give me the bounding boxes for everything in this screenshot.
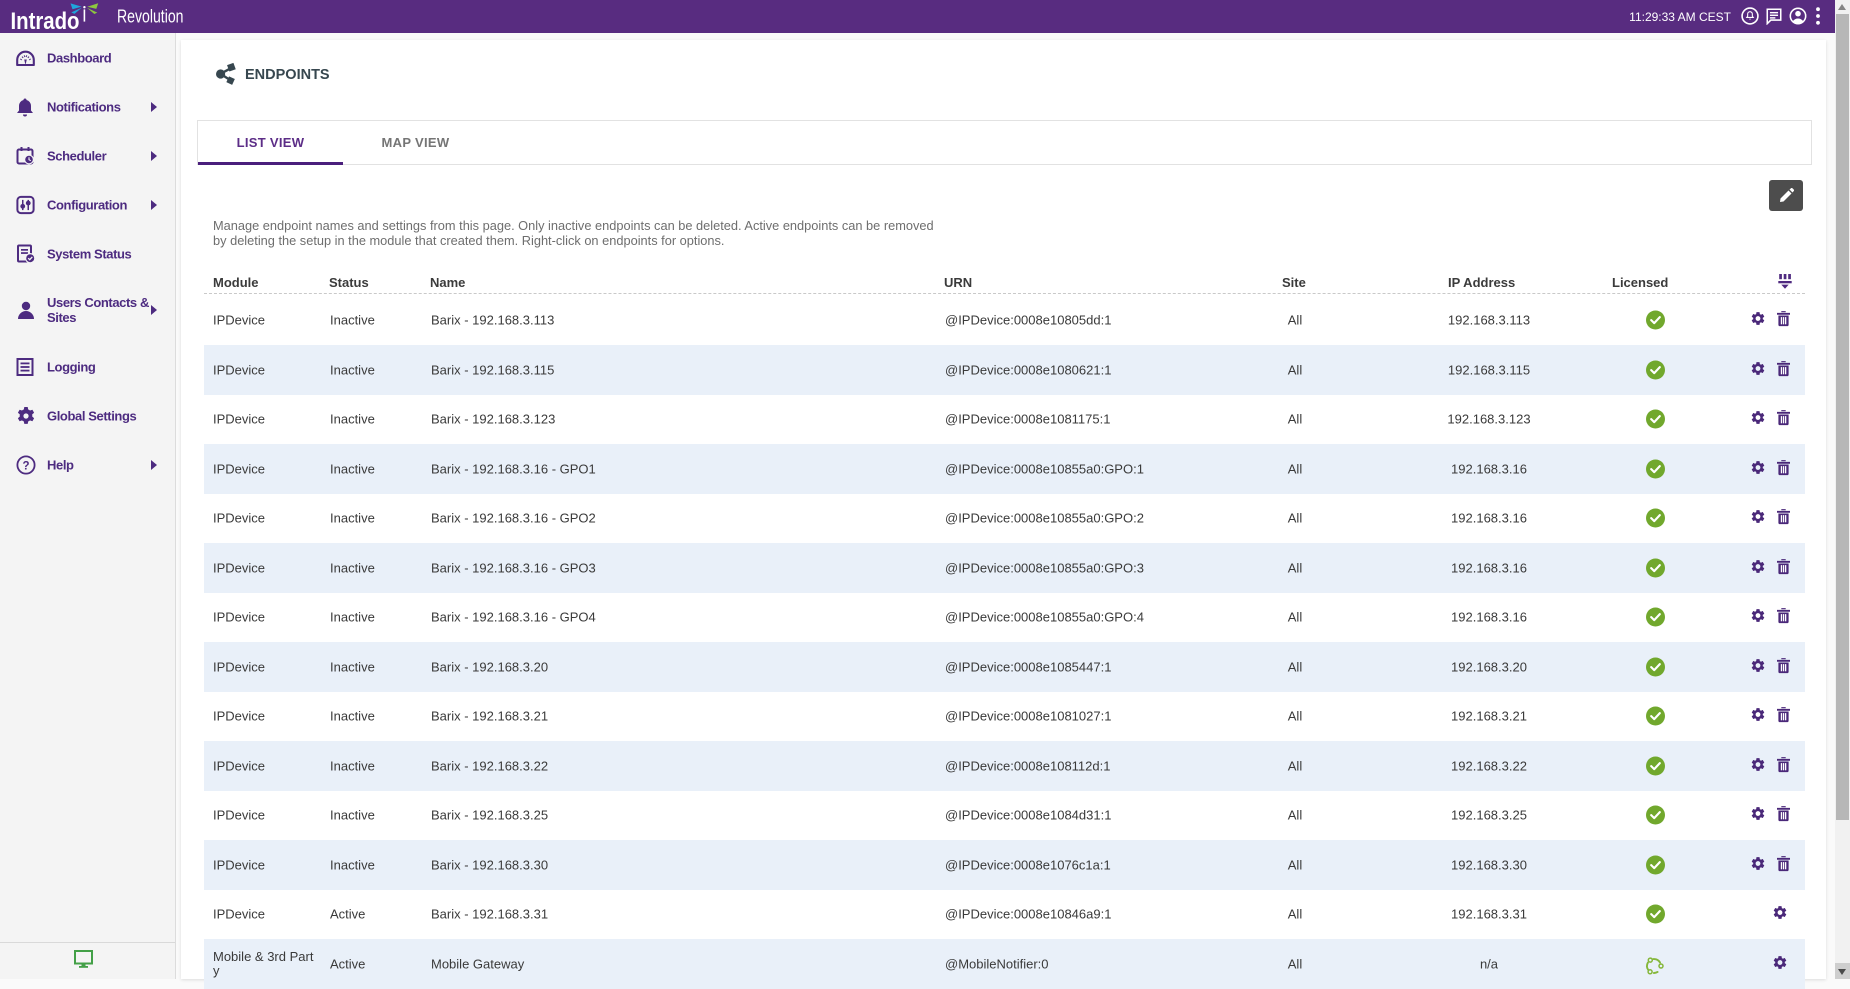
svg-text:?: ? xyxy=(22,460,29,472)
svg-text:Intrado: Intrado xyxy=(11,8,80,33)
svg-text:Revolution: Revolution xyxy=(117,6,184,27)
